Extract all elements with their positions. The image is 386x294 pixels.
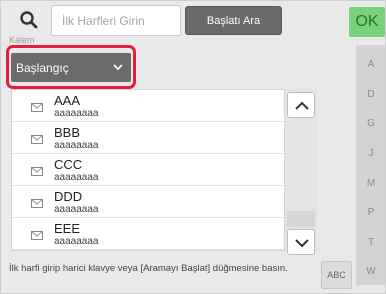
list-item[interactable]: AAA aaaaaaaa	[12, 90, 286, 122]
envelope-icon	[31, 231, 43, 240]
envelope-icon	[31, 167, 43, 176]
scroll-controls	[285, 89, 317, 255]
index-letter-t[interactable]: T	[356, 237, 385, 248]
envelope-icon	[31, 135, 43, 144]
list-item[interactable]: CCC aaaaaaaa	[12, 154, 286, 186]
index-letter-j[interactable]: J	[356, 148, 385, 159]
item-name: BBB	[54, 125, 81, 140]
item-subtext: aaaaaaaa	[54, 140, 99, 151]
scroll-down-button[interactable]	[287, 229, 315, 255]
section-label: Kalem	[9, 35, 35, 45]
index-letter-a[interactable]: A	[356, 59, 385, 70]
envelope-icon	[31, 199, 43, 208]
item-subtext: aaaaaaaa	[54, 204, 99, 215]
chevron-down-icon	[295, 239, 309, 248]
instruction-text: İlk harfi girip harici klavye veya [Aram…	[9, 263, 288, 274]
index-letter-g[interactable]: G	[356, 118, 385, 129]
item-subtext: aaaaaaaa	[54, 236, 99, 247]
chevron-up-icon	[295, 101, 309, 110]
item-name: CCC	[54, 157, 83, 172]
item-name: EEE	[54, 221, 81, 236]
sort-dropdown[interactable]: Başlangıç	[11, 53, 131, 82]
item-subtext: aaaaaaaa	[54, 172, 99, 183]
item-subtext: aaaaaaaa	[54, 108, 99, 119]
search-icon[interactable]	[15, 7, 43, 35]
index-letter-w[interactable]: W	[356, 266, 385, 277]
list-item[interactable]: EEE aaaaaaaa	[12, 218, 286, 250]
index-letter-m[interactable]: M	[356, 178, 385, 189]
envelope-icon	[31, 103, 43, 112]
chevron-down-icon	[113, 64, 123, 71]
scrollbar-track[interactable]	[287, 211, 315, 227]
start-search-button[interactable]: Başlatı Ara	[185, 6, 282, 35]
index-letter-d[interactable]: D	[356, 89, 385, 100]
list-item[interactable]: BBB aaaaaaaa	[12, 122, 286, 154]
search-input[interactable]	[51, 5, 181, 36]
dropdown-selected-label: Başlangıç	[16, 60, 69, 75]
abc-button[interactable]: ABC	[321, 261, 352, 289]
item-name: DDD	[54, 189, 83, 204]
alphabet-index: A D G J M P T W	[356, 45, 385, 285]
list-item[interactable]: DDD aaaaaaaa	[12, 186, 286, 218]
address-search-screen: Başlatı Ara OK Kalem Başlangıç AAA aaaaa…	[0, 0, 386, 294]
scroll-up-button[interactable]	[287, 92, 315, 118]
address-list: AAA aaaaaaaa BBB aaaaaaaa CCC aaaaaaaa D…	[11, 89, 286, 251]
item-name: AAA	[54, 93, 81, 108]
index-letter-p[interactable]: P	[356, 207, 385, 218]
ok-button[interactable]: OK	[349, 7, 385, 37]
